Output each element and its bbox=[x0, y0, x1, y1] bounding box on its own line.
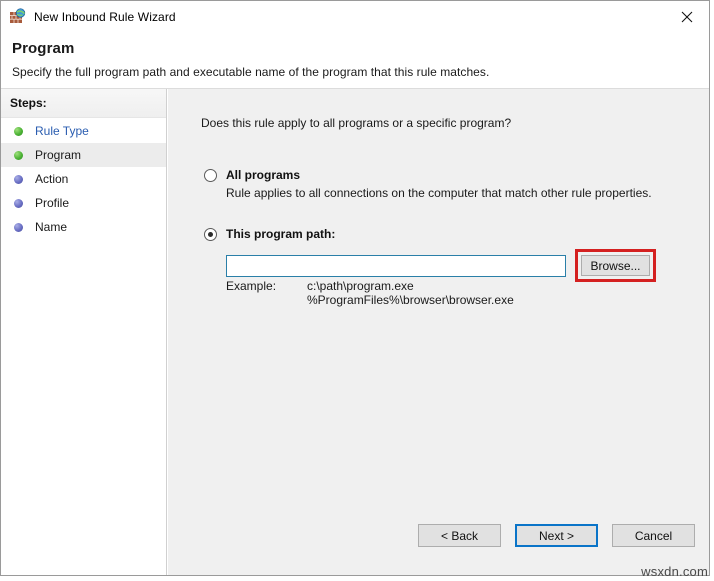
steps-heading: Steps: bbox=[10, 96, 47, 110]
sidebar-item-label: Program bbox=[35, 148, 81, 162]
radio-all-programs[interactable] bbox=[204, 169, 217, 182]
page-description: Specify the full program path and execut… bbox=[12, 65, 489, 79]
program-path-row: Browse... bbox=[226, 249, 656, 282]
example-label: Example: bbox=[226, 279, 307, 307]
sidebar-item-profile[interactable]: Profile bbox=[1, 191, 166, 215]
example-values: c:\path\program.exe %ProgramFiles%\brows… bbox=[307, 279, 514, 307]
option-program-path: This program path: bbox=[204, 227, 335, 241]
wizard-window: New Inbound Rule Wizard Program Specify … bbox=[0, 0, 710, 576]
title-bar: New Inbound Rule Wizard bbox=[1, 1, 709, 32]
sidebar-item-label: Rule Type bbox=[35, 124, 89, 138]
example-block: Example: c:\path\program.exe %ProgramFil… bbox=[226, 279, 514, 307]
sidebar-item-label: Name bbox=[35, 220, 67, 234]
browse-highlight-box: Browse... bbox=[575, 249, 656, 282]
browse-button[interactable]: Browse... bbox=[581, 255, 650, 276]
sidebar-item-label: Action bbox=[35, 172, 68, 186]
radio-all-programs-label: All programs bbox=[226, 168, 300, 182]
example-value: %ProgramFiles%\browser\browser.exe bbox=[307, 293, 514, 307]
step-bullet-icon bbox=[14, 199, 23, 208]
body-area: Steps: Rule Type Program Action bbox=[1, 89, 709, 575]
cancel-button[interactable]: Cancel bbox=[612, 524, 695, 547]
main-panel: Does this rule apply to all programs or … bbox=[168, 89, 709, 575]
step-bullet-icon bbox=[14, 127, 23, 136]
window-title: New Inbound Rule Wizard bbox=[34, 10, 176, 24]
firewall-globe-icon bbox=[9, 8, 26, 25]
page-title: Program bbox=[12, 40, 74, 57]
sidebar-item-program[interactable]: Program bbox=[1, 143, 166, 167]
page-header: Program Specify the full program path an… bbox=[1, 32, 709, 88]
sidebar-item-name[interactable]: Name bbox=[1, 215, 166, 239]
question-text: Does this rule apply to all programs or … bbox=[201, 116, 511, 130]
step-bullet-icon bbox=[14, 151, 23, 160]
step-bullet-icon bbox=[14, 223, 23, 232]
wizard-footer: < Back Next > Cancel bbox=[418, 524, 695, 547]
option-all-programs: All programs Rule applies to all connect… bbox=[204, 168, 652, 200]
screenshot-root: New Inbound Rule Wizard Program Specify … bbox=[0, 0, 714, 581]
steps-sidebar: Steps: Rule Type Program Action bbox=[1, 89, 167, 575]
example-value: c:\path\program.exe bbox=[307, 279, 514, 293]
sidebar-item-action[interactable]: Action bbox=[1, 167, 166, 191]
watermark: wsxdn.com bbox=[641, 564, 708, 579]
sidebar-item-label: Profile bbox=[35, 196, 69, 210]
radio-program-path[interactable] bbox=[204, 228, 217, 241]
next-button[interactable]: Next > bbox=[515, 524, 598, 547]
step-bullet-icon bbox=[14, 175, 23, 184]
back-button[interactable]: < Back bbox=[418, 524, 501, 547]
close-icon[interactable] bbox=[664, 1, 709, 32]
radio-program-path-label: This program path: bbox=[226, 227, 335, 241]
program-path-input[interactable] bbox=[226, 255, 566, 277]
steps-list: Rule Type Program Action Profile bbox=[1, 119, 166, 239]
sidebar-item-rule-type[interactable]: Rule Type bbox=[1, 119, 166, 143]
steps-header: Steps: bbox=[1, 89, 166, 118]
all-programs-description: Rule applies to all connections on the c… bbox=[226, 186, 652, 200]
